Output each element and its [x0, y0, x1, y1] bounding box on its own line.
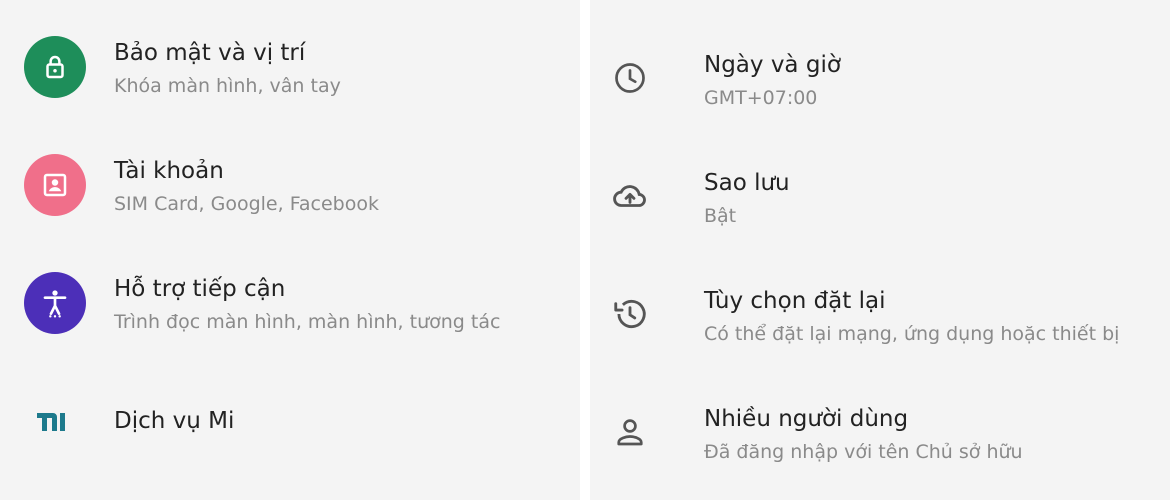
setting-title: Hỗ trợ tiếp cận	[114, 276, 286, 302]
lock-icon	[24, 36, 86, 98]
cloud-upload-icon	[610, 176, 650, 216]
setting-reset-options[interactable]: Tùy chọn đặt lại Có thể đặt lại mạng, ứn…	[590, 266, 1170, 366]
setting-subtitle: Có thể đặt lại mạng, ứng dụng hoặc thiết…	[704, 323, 1120, 345]
setting-subtitle: Bật	[704, 205, 737, 227]
right-settings-list: Ngày và giờ GMT+07:00 Sao lưu Bật Tùy ch…	[590, 0, 1170, 500]
setting-title: Ngày và giờ	[704, 52, 841, 78]
setting-title: Sao lưu	[704, 170, 790, 196]
setting-title: Tùy chọn đặt lại	[704, 288, 886, 314]
history-icon	[610, 294, 650, 334]
setting-date-time[interactable]: Ngày và giờ GMT+07:00	[590, 30, 1170, 130]
clock-icon	[610, 58, 650, 98]
setting-accessibility[interactable]: Hỗ trợ tiếp cận Trình đọc màn hình, màn …	[0, 254, 580, 354]
setting-subtitle: Đã đăng nhập với tên Chủ sở hữu	[704, 441, 1023, 463]
setting-title: Tài khoản	[114, 158, 224, 184]
setting-subtitle: Trình đọc màn hình, màn hình, tương tác	[114, 311, 501, 333]
panel-divider	[580, 0, 590, 500]
person-icon	[610, 412, 650, 452]
setting-title: Dịch vụ Mi	[114, 408, 235, 434]
setting-title: Bảo mật và vị trí	[114, 40, 306, 66]
setting-subtitle: Khóa màn hình, vân tay	[114, 75, 341, 97]
accessibility-icon	[24, 272, 86, 334]
account-box-icon	[24, 154, 86, 216]
setting-backup[interactable]: Sao lưu Bật	[590, 148, 1170, 248]
setting-multiple-users[interactable]: Nhiều người dùng Đã đăng nhập với tên Ch…	[590, 384, 1170, 484]
setting-accounts[interactable]: Tài khoản SIM Card, Google, Facebook	[0, 136, 580, 236]
setting-title: Nhiều người dùng	[704, 406, 909, 432]
setting-subtitle: GMT+07:00	[704, 87, 818, 109]
setting-mi-services[interactable]: Dịch vụ Mi	[0, 372, 580, 472]
setting-subtitle: SIM Card, Google, Facebook	[114, 193, 379, 215]
left-settings-list: Bảo mật và vị trí Khóa màn hình, vân tay…	[0, 0, 580, 500]
setting-security-location[interactable]: Bảo mật và vị trí Khóa màn hình, vân tay	[0, 18, 580, 118]
mi-logo-icon	[33, 402, 77, 442]
settings-screen: Bảo mật và vị trí Khóa màn hình, vân tay…	[0, 0, 1170, 500]
